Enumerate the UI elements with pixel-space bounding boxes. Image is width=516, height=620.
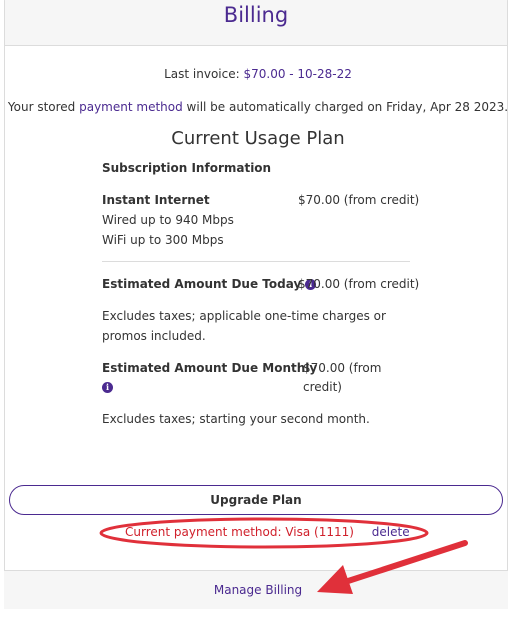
arrow-annotation-shaft (342, 540, 468, 585)
ellipse-annotation (99, 517, 429, 549)
annotation-overlay (99, 517, 468, 594)
arrow-annotation-head (317, 565, 353, 594)
